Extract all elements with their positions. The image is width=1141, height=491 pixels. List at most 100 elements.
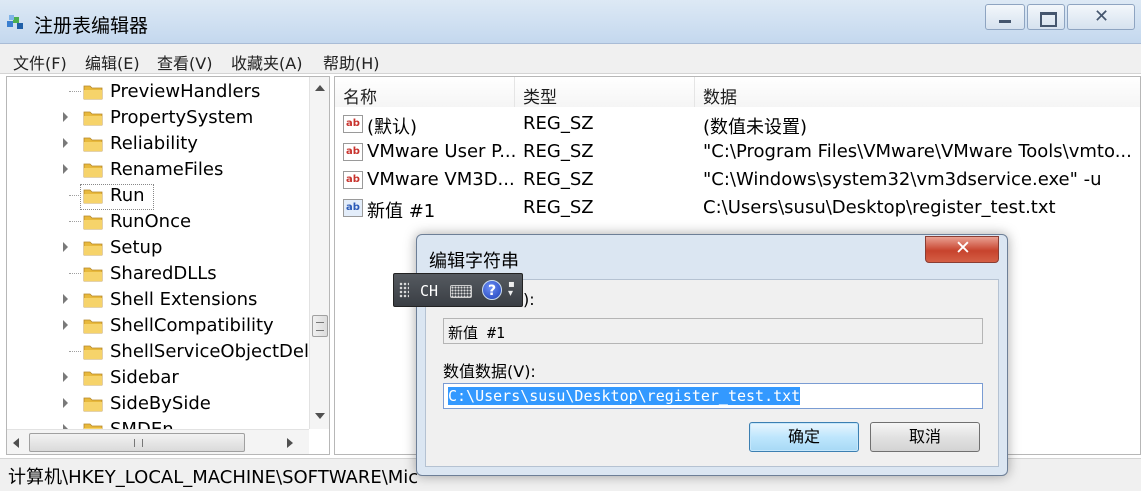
value-type: REG_SZ xyxy=(523,113,594,134)
folder-icon xyxy=(83,137,103,152)
expand-arrow-icon[interactable] xyxy=(63,242,68,252)
menu-favorites[interactable]: 收藏夹(A) xyxy=(231,50,302,74)
scroll-right-arrow-icon[interactable] xyxy=(287,438,293,448)
scroll-left-arrow-icon[interactable] xyxy=(13,438,19,448)
close-icon: ✕ xyxy=(1094,6,1110,27)
title-bar: 注册表编辑器 ✕ xyxy=(0,0,1141,44)
value-type: REG_SZ xyxy=(523,169,594,190)
value-type: REG_SZ xyxy=(523,197,594,218)
value-data-text: C:\Users\susu\Desktop\register_test.txt xyxy=(448,387,801,405)
options-menu-icon[interactable]: ▪ ▾ xyxy=(508,280,515,299)
value-data: (数值未设置) xyxy=(703,117,808,138)
tree-item[interactable]: SideBySide xyxy=(7,391,307,417)
scroll-down-arrow-icon[interactable] xyxy=(315,413,325,419)
tree-item[interactable]: PreviewHandlers xyxy=(7,79,307,105)
expand-arrow-icon[interactable] xyxy=(63,294,68,304)
tree-connector xyxy=(69,221,81,222)
expand-arrow-icon[interactable] xyxy=(63,398,68,408)
tree-item[interactable]: RenameFiles xyxy=(7,157,307,183)
tree-item[interactable]: PropertySystem xyxy=(7,105,307,131)
value-name: 新值 #1 xyxy=(367,201,436,222)
tree-item-label: Shell Extensions xyxy=(110,289,258,310)
status-path: 计算机\HKEY_LOCAL_MACHINE\SOFTWARE\Mic xyxy=(8,467,419,488)
value-row[interactable]: ab VMware VM3D... REG_SZ "C:\Windows\system… xyxy=(335,166,1140,194)
tree-item-label: PropertySystem xyxy=(110,107,254,128)
scroll-thumb-horizontal[interactable] xyxy=(29,433,245,452)
tree-item-label: ShellServiceObjectDela xyxy=(110,341,321,362)
dialog-close-button[interactable]: ✕ xyxy=(925,236,999,263)
folder-icon xyxy=(83,267,103,282)
minimize-button[interactable] xyxy=(985,4,1025,30)
column-header-data[interactable]: 数据 xyxy=(695,77,1140,108)
scroll-up-arrow-icon[interactable] xyxy=(315,85,325,91)
registry-editor-icon xyxy=(7,15,23,29)
tree-item-label: Setup xyxy=(110,237,163,258)
dialog-title: 编辑字符串 xyxy=(429,251,519,272)
tree-item-label: SharedDLLs xyxy=(110,263,217,284)
column-header-type[interactable]: 类型 xyxy=(515,77,695,108)
menu-edit[interactable]: 编辑(E) xyxy=(85,50,140,74)
folder-icon xyxy=(83,371,103,386)
folder-icon xyxy=(83,345,103,360)
value-data-input[interactable]: C:\Users\susu\Desktop\register_test.txt xyxy=(443,383,983,409)
scroll-thumb[interactable] xyxy=(312,315,328,337)
folder-icon xyxy=(83,163,103,178)
cancel-button[interactable]: 取消 xyxy=(870,422,980,452)
menu-file[interactable]: 文件(F) xyxy=(13,50,67,74)
help-icon[interactable]: ? xyxy=(482,280,502,300)
expand-arrow-icon[interactable] xyxy=(63,320,68,330)
tree-connector xyxy=(69,351,81,352)
tree-item[interactable]: RunOnce xyxy=(7,209,307,235)
ime-toolbar[interactable]: CH ? ▪ ▾ xyxy=(393,273,523,307)
tree-connector xyxy=(69,91,81,92)
drag-handle-icon[interactable] xyxy=(399,282,409,298)
folder-icon xyxy=(83,319,103,334)
expand-arrow-icon[interactable] xyxy=(63,138,68,148)
tree-vertical-scrollbar[interactable] xyxy=(309,77,329,429)
value-row[interactable]: ab (默认) REG_SZ (数值未设置) xyxy=(335,110,1140,138)
value-row[interactable]: ab VMware User P... REG_SZ "C:\Program File… xyxy=(335,138,1140,166)
expand-arrow-icon[interactable] xyxy=(63,372,68,382)
tree-item-label: PreviewHandlers xyxy=(110,81,261,102)
maximize-button[interactable] xyxy=(1027,4,1065,30)
folder-icon xyxy=(83,241,103,256)
folder-icon xyxy=(83,85,103,100)
expand-arrow-icon[interactable] xyxy=(63,112,68,122)
tree-item-label: Reliability xyxy=(110,133,198,154)
tree-item[interactable]: Run xyxy=(7,183,307,210)
value-name: (默认) xyxy=(367,117,418,138)
string-value-icon: ab xyxy=(343,199,363,217)
tree-item-label: Run xyxy=(110,185,145,206)
menu-bar: 文件(F) 编辑(E) 查看(V) 收藏夹(A) 帮助(H) xyxy=(0,44,1141,74)
column-header-name[interactable]: 名称 xyxy=(335,77,515,108)
value-name: VMware VM3D... xyxy=(367,169,515,190)
tree-item[interactable]: ShellCompatibility xyxy=(7,313,307,339)
tree-item[interactable]: SharedDLLs xyxy=(7,261,307,287)
menu-view[interactable]: 查看(V) xyxy=(157,50,212,74)
tree-item-label: SideBySide xyxy=(110,393,211,414)
window-title: 注册表编辑器 xyxy=(34,15,149,37)
tree-item[interactable]: Reliability xyxy=(7,131,307,157)
ok-button[interactable]: 确定 xyxy=(749,422,859,452)
folder-icon xyxy=(83,189,103,204)
folder-icon xyxy=(83,111,103,126)
keyboard-icon[interactable] xyxy=(450,285,472,298)
tree-item[interactable]: Sidebar xyxy=(7,365,307,391)
ime-mode-indicator[interactable]: CH xyxy=(420,282,438,300)
tree-item[interactable]: ShellServiceObjectDela xyxy=(7,339,320,365)
value-data: "C:\Program Files\VMware\VMware Tools\vm… xyxy=(703,141,1132,162)
tree-item[interactable]: Setup xyxy=(7,235,307,261)
string-value-icon: ab xyxy=(343,171,363,189)
folder-icon xyxy=(83,293,103,308)
menu-help[interactable]: 帮助(H) xyxy=(323,50,380,74)
value-data: "C:\Windows\system32\vm3dservice.exe" -u xyxy=(703,169,1102,190)
string-value-icon: ab xyxy=(343,143,363,161)
close-window-button[interactable]: ✕ xyxy=(1067,4,1135,30)
tree-item[interactable]: Shell Extensions xyxy=(7,287,307,313)
registry-key-tree[interactable]: PreviewHandlers PropertySystem Reliability… xyxy=(6,76,330,455)
expand-arrow-icon[interactable] xyxy=(63,164,68,174)
folder-icon xyxy=(83,397,103,412)
tree-horizontal-scrollbar[interactable] xyxy=(7,429,309,454)
tree-connector xyxy=(69,195,81,196)
value-row[interactable]: ab 新值 #1 REG_SZ C:\Users\susu\Desktop\regis… xyxy=(335,194,1140,222)
